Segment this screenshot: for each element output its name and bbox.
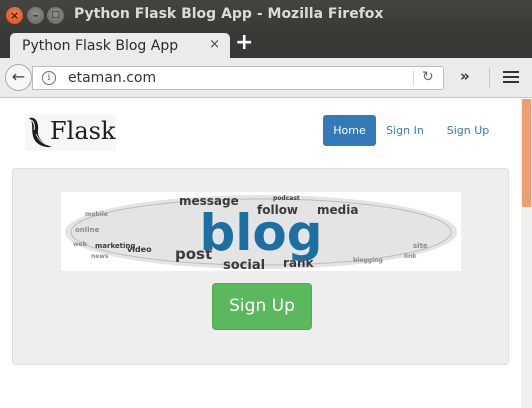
svg-text:online: online xyxy=(75,226,100,234)
navigation-toolbar: ← i etaman.com ↻ » xyxy=(0,58,532,98)
back-button[interactable]: ← xyxy=(5,64,32,91)
svg-text:mobile: mobile xyxy=(85,211,108,218)
page-scrollbar[interactable] xyxy=(521,99,532,408)
svg-text:link: link xyxy=(404,253,417,260)
url-text[interactable]: etaman.com xyxy=(68,70,156,86)
toolbar-overflow-icon[interactable]: » xyxy=(460,67,470,85)
toolbar-separator xyxy=(489,68,490,88)
svg-text:site: site xyxy=(413,242,428,250)
url-bar[interactable]: i etaman.com ↻ xyxy=(32,66,444,90)
site-info-icon[interactable]: i xyxy=(42,71,56,85)
tab-title: Python Flask Blog App xyxy=(22,38,179,54)
banner-blog-word: blog xyxy=(199,204,322,262)
url-separator xyxy=(413,70,414,86)
svg-text:blogging: blogging xyxy=(353,257,383,264)
window-close-button[interactable]: × xyxy=(6,7,23,24)
window-title: Python Flask Blog App - Mozilla Firefox xyxy=(74,6,384,22)
banner-word-media: media xyxy=(317,203,358,217)
tab-strip: Python Flask Blog App × + xyxy=(0,30,532,58)
hamburger-menu-icon[interactable] xyxy=(503,71,519,84)
banner-word-video: video xyxy=(127,245,152,254)
svg-text:web: web xyxy=(73,241,88,248)
svg-text:news: news xyxy=(91,253,109,260)
jumbotron: mobile online web news site link bloggin… xyxy=(12,168,509,365)
reload-icon[interactable]: ↻ xyxy=(422,69,434,85)
window-maximize-button[interactable]: □ xyxy=(47,7,64,24)
new-tab-button[interactable]: + xyxy=(235,31,253,55)
nav-home-link[interactable]: Home xyxy=(323,115,376,146)
nav-signup-link[interactable]: Sign Up xyxy=(437,115,499,146)
nav-signin-link[interactable]: Sign In xyxy=(379,115,431,146)
logo-text: Flask xyxy=(50,117,116,145)
window-minimize-button[interactable]: – xyxy=(27,7,44,24)
tab-close-icon[interactable]: × xyxy=(209,37,220,52)
banner-word-podcast: podcast xyxy=(273,195,300,202)
tab-active[interactable]: Python Flask Blog App × xyxy=(10,33,230,58)
blog-word-cloud-image: mobile online web news site link bloggin… xyxy=(61,192,461,273)
signup-button[interactable]: Sign Up xyxy=(212,283,312,330)
flask-logo[interactable]: Flask xyxy=(25,114,116,151)
page-content: Flask Home Sign In Sign Up mobile online… xyxy=(0,99,532,408)
window-titlebar: × – □ Python Flask Blog App - Mozilla Fi… xyxy=(0,0,532,30)
scrollbar-thumb[interactable] xyxy=(522,99,531,207)
